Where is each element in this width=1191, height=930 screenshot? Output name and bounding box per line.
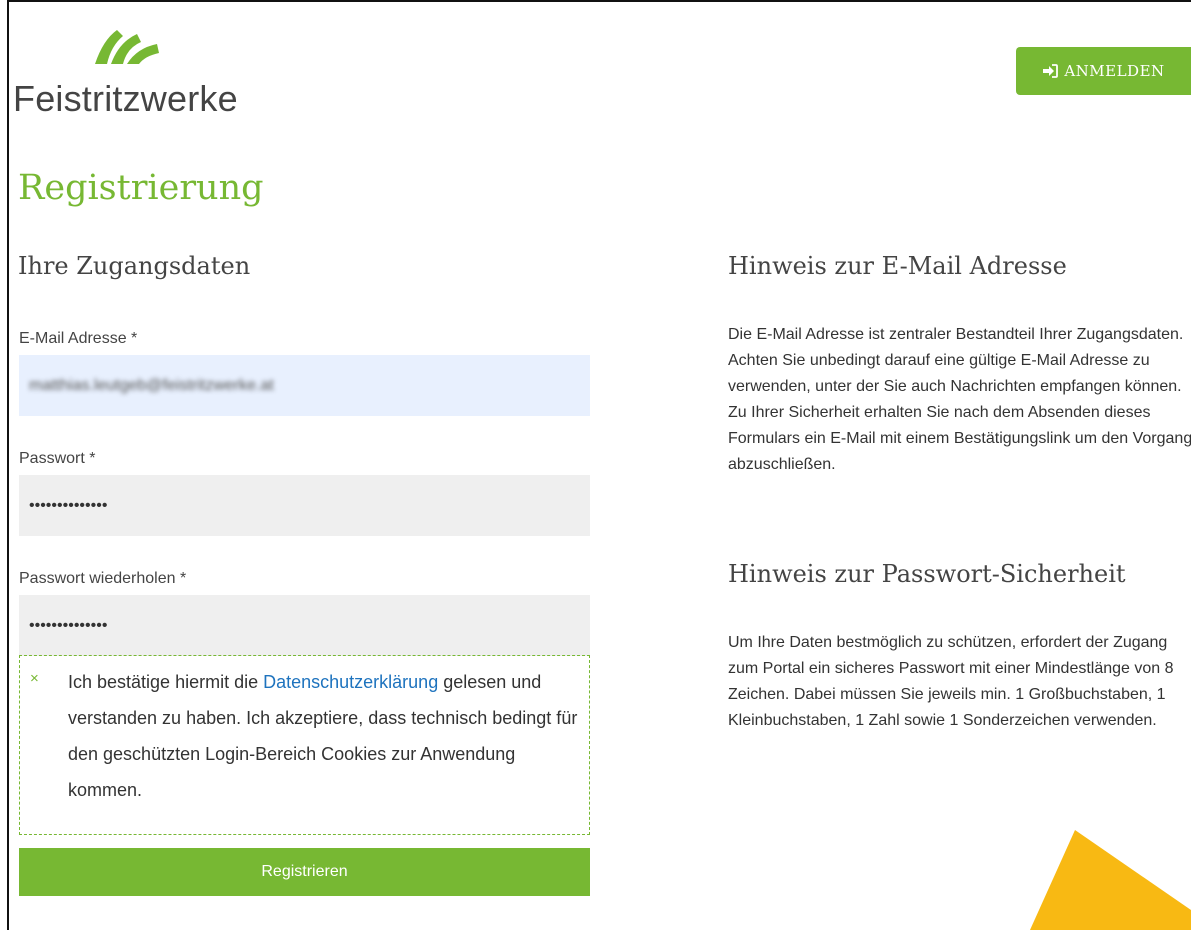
email-hint-paragraph-1: Die E-Mail Adresse ist zentraler Bestand… — [728, 326, 1184, 395]
logo-text: Feistritzwerke — [13, 78, 238, 119]
consent-text: Ich bestätige hiermit die Datenschutzerk… — [68, 664, 578, 808]
password-hint-text: Um Ihre Daten bestmöglich zu schützen, e… — [728, 634, 1174, 729]
password-repeat-label: Passwort wiederholen * — [19, 570, 187, 587]
email-hint-title: Hinweis zur E-Mail Adresse — [728, 252, 1067, 280]
password-repeat-field-value: •••••••••••••• — [29, 616, 108, 634]
page-title: Registrierung — [18, 168, 264, 208]
password-label: Passwort * — [19, 450, 96, 467]
password-hint-title: Hinweis zur Passwort-Sicherheit — [728, 560, 1126, 588]
password-repeat-field[interactable]: •••••••••••••• — [19, 595, 590, 656]
sign-in-icon — [1043, 64, 1059, 78]
login-button[interactable]: ANMELDEN — [1016, 47, 1191, 95]
password-field-value: •••••••••••••• — [29, 496, 108, 514]
window-frame-left — [7, 0, 9, 930]
email-label: E-Mail Adresse * — [19, 330, 138, 347]
decorative-shape — [1030, 830, 1191, 930]
section-title-credentials: Ihre Zugangsdaten — [18, 252, 251, 280]
privacy-policy-link[interactable]: Datenschutzerklärung — [263, 672, 438, 692]
window-frame-top — [7, 0, 1191, 2]
email-field[interactable]: matthias.leutgeb@feistritzwerke.at — [19, 355, 590, 416]
email-hint-text: Die E-Mail Adresse ist zentraler Bestand… — [728, 322, 1191, 478]
logo[interactable]: Feistritzwerke — [13, 26, 253, 119]
consent-check-icon[interactable]: × — [30, 670, 39, 687]
password-field[interactable]: •••••••••••••• — [19, 475, 590, 536]
register-button[interactable]: Registrieren — [19, 848, 590, 896]
email-hint-paragraph-2: Zu Ihrer Sicherheit erhalten Sie nach de… — [728, 404, 1191, 473]
consent-text-before: Ich bestätige hiermit die — [68, 672, 264, 692]
logo-mark-icon — [95, 30, 159, 64]
email-field-value: matthias.leutgeb@feistritzwerke.at — [29, 376, 274, 394]
consent-checkbox-container[interactable]: × Ich bestätige hiermit die Datenschutze… — [19, 655, 590, 835]
login-button-label: ANMELDEN — [1064, 62, 1165, 80]
